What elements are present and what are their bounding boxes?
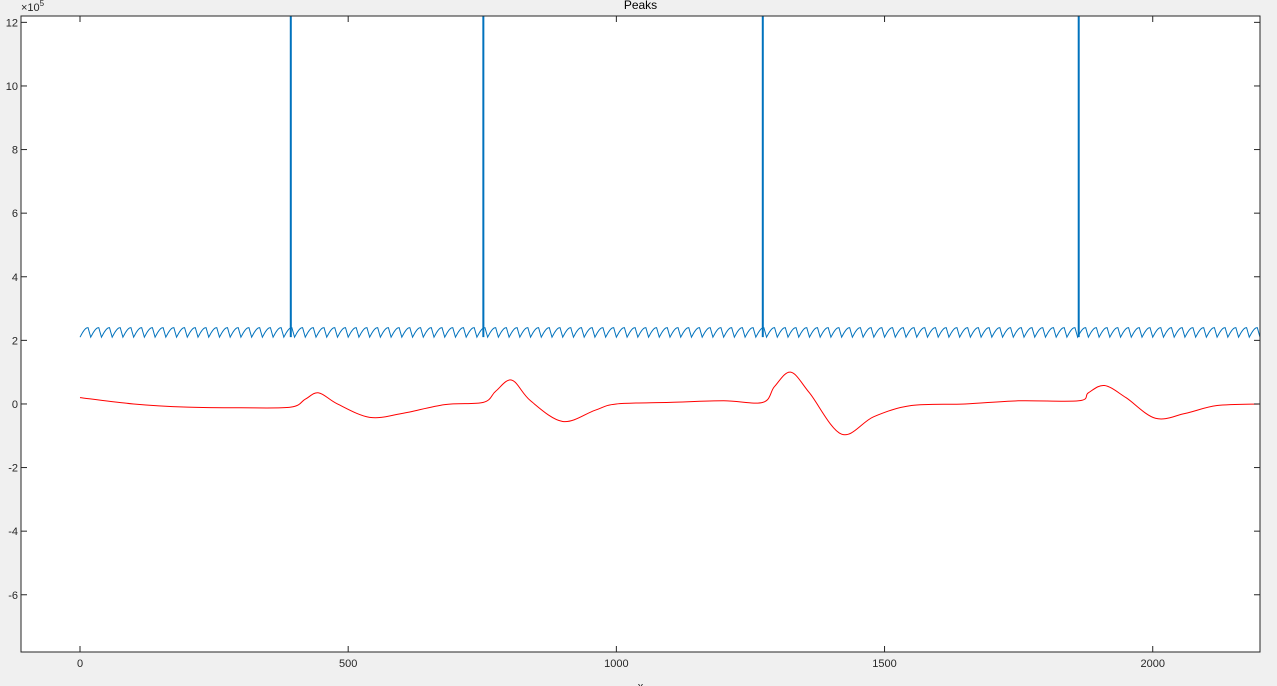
y-tick-label: -4 (8, 526, 18, 538)
x-tick-label: 1000 (604, 658, 628, 670)
chart-title: Peaks (624, 0, 657, 12)
y-tick-label: 2 (12, 335, 18, 347)
x-tick-label: 500 (339, 658, 357, 670)
y-tick-label: 0 (12, 399, 18, 411)
y-exponent-base: ×10 (21, 2, 40, 14)
y-tick-label: 8 (12, 145, 18, 157)
y-tick-label: 6 (12, 208, 18, 220)
y-tick-label: 4 (12, 272, 18, 284)
y-tick-label: 10 (6, 81, 18, 93)
chart: 0500100015002000-6-4-2024681012 Peaks x … (6, 0, 1261, 686)
y-tick-label: -6 (8, 590, 18, 602)
plot-area (21, 16, 1260, 652)
x-axis-label: x (638, 681, 644, 686)
x-tick-label: 2000 (1140, 658, 1164, 670)
y-exponent-label: ×105 (21, 0, 45, 14)
x-tick-label: 1500 (872, 658, 896, 670)
y-exponent-power: 5 (40, 0, 45, 8)
y-tick-label: 12 (6, 17, 18, 29)
x-tick-label: 0 (77, 658, 83, 670)
y-tick-label: -2 (8, 463, 18, 475)
